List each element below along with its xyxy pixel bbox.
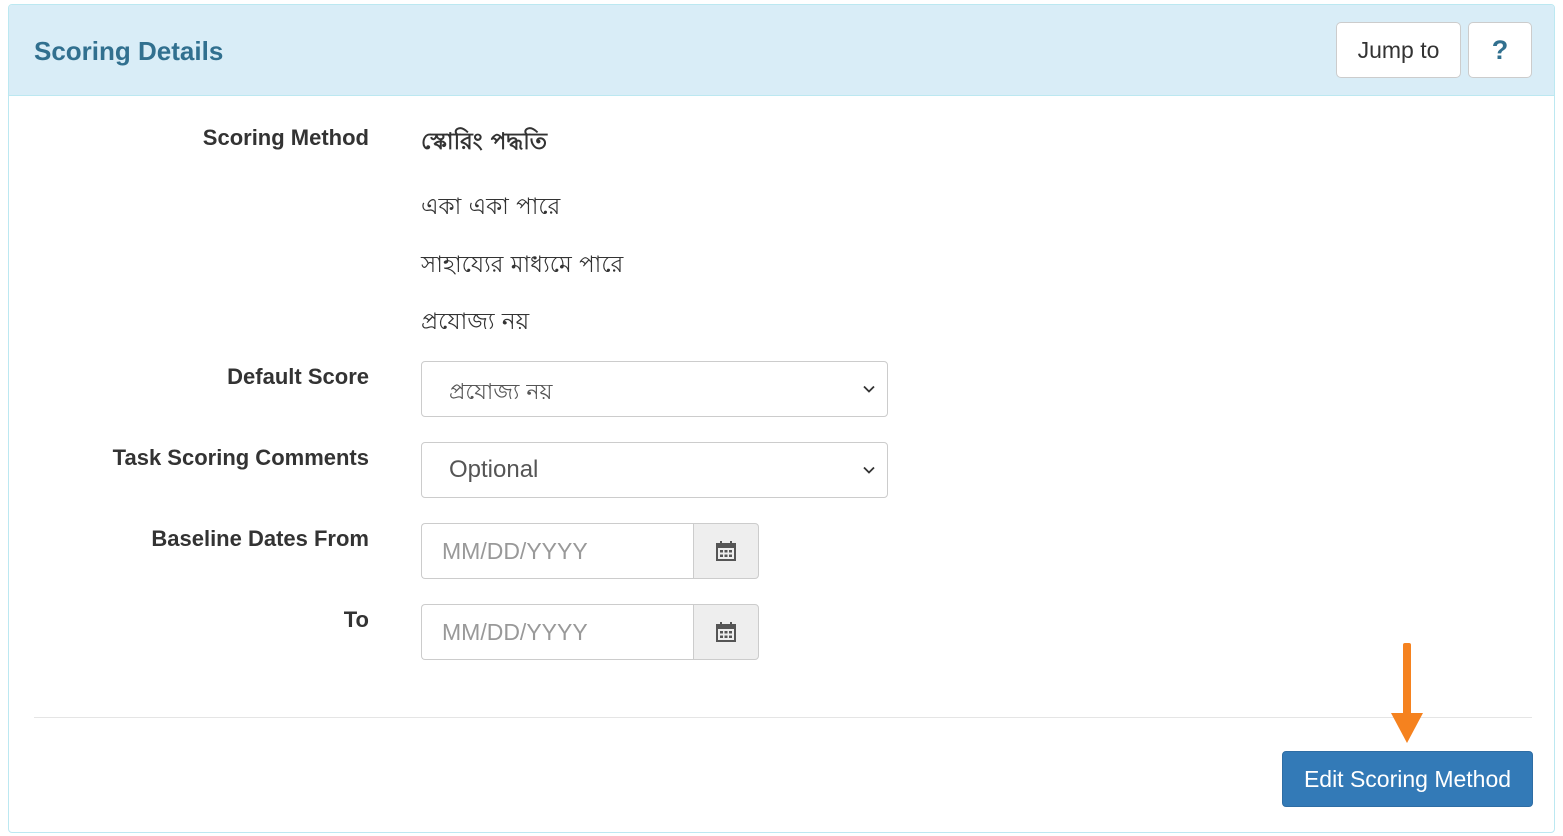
scoring-details-panel: Scoring Details Jump to ? Scoring Method… — [8, 4, 1555, 833]
scoring-method-option: একা একা পারে — [421, 194, 561, 220]
scoring-method-title: স্কোরিং পদ্ধতি — [421, 129, 548, 155]
panel-title: Scoring Details — [34, 36, 224, 66]
scoring-method-option: প্রযোজ্য নয় — [421, 309, 530, 335]
baseline-to-group — [421, 604, 759, 660]
baseline-to-calendar-button[interactable] — [693, 604, 759, 660]
footer-divider — [34, 717, 1532, 718]
baseline-to-label: To — [343, 607, 369, 632]
calendar-icon — [716, 541, 736, 561]
edit-scoring-method-button[interactable]: Edit Scoring Method — [1282, 751, 1533, 807]
chevron-down-icon — [863, 466, 875, 474]
default-score-select[interactable]: প্রযোজ্য নয় — [421, 361, 888, 417]
arrow-down-icon — [1391, 643, 1423, 743]
jump-to-button[interactable]: Jump to — [1336, 22, 1461, 78]
scoring-method-option: সাহায্যের মাধ্যমে পারে — [421, 252, 624, 278]
baseline-from-input[interactable] — [421, 523, 694, 579]
default-score-label: Default Score — [227, 364, 369, 389]
task-scoring-comments-value: Optional — [449, 456, 539, 483]
baseline-from-label: Baseline Dates From — [151, 526, 369, 551]
baseline-to-input[interactable] — [421, 604, 694, 660]
baseline-from-group — [421, 523, 759, 579]
baseline-from-calendar-button[interactable] — [693, 523, 759, 579]
default-score-value: প্রযোজ্য নয় — [449, 380, 553, 405]
calendar-icon — [716, 622, 736, 642]
task-scoring-comments-select[interactable]: Optional — [421, 442, 888, 498]
task-scoring-comments-label: Task Scoring Comments — [112, 445, 369, 470]
scoring-method-label: Scoring Method — [202, 125, 369, 150]
panel-heading: Scoring Details Jump to ? — [9, 5, 1554, 96]
help-button[interactable]: ? — [1468, 22, 1532, 78]
chevron-down-icon — [863, 385, 875, 393]
